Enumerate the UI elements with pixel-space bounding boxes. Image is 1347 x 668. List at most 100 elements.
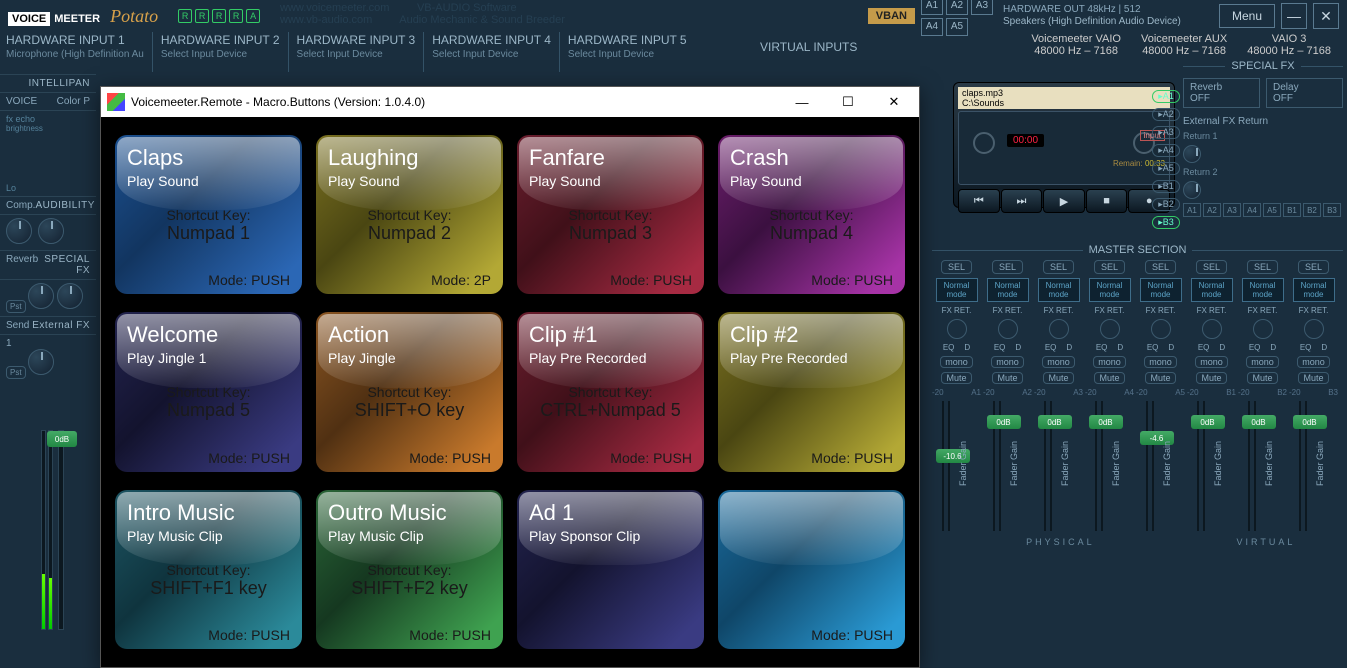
fader-cap[interactable]: 0dB xyxy=(1089,415,1123,429)
sel-button[interactable]: SEL xyxy=(1196,260,1227,274)
a-badge[interactable]: A xyxy=(246,9,260,23)
route-a2[interactable]: ▸A2 xyxy=(1152,108,1180,121)
bus-a1-button[interactable]: A1 xyxy=(921,0,943,15)
sel-button[interactable]: SEL xyxy=(1298,260,1329,274)
macro-button-4[interactable]: CrashPlay SoundShortcut Key:Numpad 4Mode… xyxy=(718,135,905,294)
d-label[interactable]: D xyxy=(1117,343,1123,352)
fader[interactable]: 0dBFader Gain xyxy=(1191,401,1233,531)
fader[interactable]: 0dBFader Gain xyxy=(987,401,1029,531)
mode-box[interactable]: Normalmode xyxy=(1191,278,1233,302)
mode-box[interactable]: Normalmode xyxy=(936,278,978,302)
mono-button[interactable]: mono xyxy=(991,356,1024,368)
macro-button-7[interactable]: Clip #1Play Pre RecordedShortcut Key:CTR… xyxy=(517,312,704,471)
macro-button-10[interactable]: Outro MusicPlay Music ClipShortcut Key:S… xyxy=(316,490,503,649)
mute-button[interactable]: Mute xyxy=(1298,372,1328,384)
eq-label[interactable]: EQ xyxy=(994,343,1006,352)
fader-cap[interactable]: 0dB xyxy=(1242,415,1276,429)
fxret-knob[interactable] xyxy=(1100,319,1120,339)
menu-button[interactable]: Menu xyxy=(1219,4,1275,28)
macro-button-8[interactable]: Clip #2Play Pre RecordedMode: PUSH xyxy=(718,312,905,471)
fader[interactable]: 0dBFader Gain xyxy=(1242,401,1284,531)
ret-b1[interactable]: B1 xyxy=(1283,203,1301,217)
eq-label[interactable]: EQ xyxy=(1249,343,1261,352)
eq-label[interactable]: EQ xyxy=(1045,343,1057,352)
hardware-input-3[interactable]: HARDWARE INPUT 3Select Input Device xyxy=(288,32,424,72)
forward-button[interactable]: ⏭ xyxy=(1001,189,1043,213)
reverb-knob[interactable] xyxy=(28,283,54,309)
send-knob[interactable] xyxy=(28,349,54,375)
macro-button-9[interactable]: Intro MusicPlay Music ClipShortcut Key:S… xyxy=(115,490,302,649)
gate-knob[interactable] xyxy=(38,218,64,244)
mute-button[interactable]: Mute xyxy=(941,372,971,384)
eq-label[interactable]: EQ xyxy=(1147,343,1159,352)
route-a4[interactable]: ▸A4 xyxy=(1152,144,1180,157)
route-a1[interactable]: ▸A1 xyxy=(1152,90,1180,103)
eq-label[interactable]: EQ xyxy=(1096,343,1108,352)
eq-label[interactable]: EQ xyxy=(1300,343,1312,352)
macro-button-6[interactable]: ActionPlay JingleShortcut Key:SHIFT+O ke… xyxy=(316,312,503,471)
d-label[interactable]: D xyxy=(1015,343,1021,352)
pst-button[interactable]: Pst xyxy=(6,300,26,313)
fader-cap[interactable]: 0dB xyxy=(1038,415,1072,429)
sel-button[interactable]: SEL xyxy=(1247,260,1278,274)
input-fader[interactable]: 0dB xyxy=(58,430,64,630)
mute-button[interactable]: Mute xyxy=(1196,372,1226,384)
window-maximize-button[interactable]: ☐ xyxy=(825,88,871,116)
macro-button-2[interactable]: LaughingPlay SoundShortcut Key:Numpad 2M… xyxy=(316,135,503,294)
sel-button[interactable]: SEL xyxy=(1145,260,1176,274)
fader[interactable]: 0dBFader Gain xyxy=(1089,401,1131,531)
r-badge[interactable]: R xyxy=(178,9,192,23)
ret-a5[interactable]: A5 xyxy=(1263,203,1281,217)
ret-b2[interactable]: B2 xyxy=(1303,203,1321,217)
macro-button-1[interactable]: ClapsPlay SoundShortcut Key:Numpad 1Mode… xyxy=(115,135,302,294)
fxret-knob[interactable] xyxy=(1304,319,1324,339)
route-a5[interactable]: ▸A5 xyxy=(1152,162,1180,175)
hardware-input-2[interactable]: HARDWARE INPUT 2Select Input Device xyxy=(152,32,288,72)
mode-box[interactable]: Normalmode xyxy=(1089,278,1131,302)
mode-box[interactable]: Normalmode xyxy=(1293,278,1335,302)
pst2-button[interactable]: Pst xyxy=(6,366,26,379)
close-icon[interactable]: ✕ xyxy=(1313,3,1339,29)
fxret-knob[interactable] xyxy=(1151,319,1171,339)
d-label[interactable]: D xyxy=(1270,343,1276,352)
reverb-toggle[interactable]: ReverbOFF xyxy=(1183,78,1260,108)
mono-button[interactable]: mono xyxy=(1246,356,1279,368)
macro-button-12[interactable]: Mode: PUSH xyxy=(718,490,905,649)
return2-knob[interactable] xyxy=(1183,181,1201,199)
minimize-icon[interactable]: — xyxy=(1281,3,1307,29)
titlebar[interactable]: Voicemeeter.Remote - Macro.Buttons (Vers… xyxy=(101,87,919,117)
fader-cap[interactable]: 0dB xyxy=(1191,415,1225,429)
mode-box[interactable]: Normalmode xyxy=(1140,278,1182,302)
ret-a2[interactable]: A2 xyxy=(1203,203,1221,217)
sel-button[interactable]: SEL xyxy=(1043,260,1074,274)
route-a3[interactable]: ▸A3 xyxy=(1152,126,1180,139)
route-b3[interactable]: ▸B3 xyxy=(1152,216,1180,229)
mute-button[interactable]: Mute xyxy=(1145,372,1175,384)
delay-knob[interactable] xyxy=(57,283,83,309)
fader[interactable]: 0dBFader Gain xyxy=(1293,401,1335,531)
hardware-out-info[interactable]: HARDWARE OUT 48kHz | 512 Speakers (High … xyxy=(1003,4,1213,28)
mono-button[interactable]: mono xyxy=(1297,356,1330,368)
r-badge[interactable]: R xyxy=(229,9,243,23)
mono-button[interactable]: mono xyxy=(940,356,973,368)
macro-button-5[interactable]: WelcomePlay Jingle 1Shortcut Key:Numpad … xyxy=(115,312,302,471)
fader-cap[interactable]: 0dB xyxy=(1293,415,1327,429)
d-label[interactable]: D xyxy=(1066,343,1072,352)
fxret-knob[interactable] xyxy=(998,319,1018,339)
sel-button[interactable]: SEL xyxy=(1094,260,1125,274)
eq-label[interactable]: EQ xyxy=(1198,343,1210,352)
window-minimize-button[interactable]: — xyxy=(779,88,825,116)
bus-a3-button[interactable]: A3 xyxy=(971,0,993,15)
bus-a2-button[interactable]: A2 xyxy=(946,0,968,15)
return1-knob[interactable] xyxy=(1183,145,1201,163)
fader-cap[interactable]: 0dB xyxy=(47,431,77,447)
route-b1[interactable]: ▸B1 xyxy=(1152,180,1180,193)
hardware-input-4[interactable]: HARDWARE INPUT 4Select Input Device xyxy=(423,32,559,72)
fader[interactable]: -10.6Fader Gain xyxy=(936,401,978,531)
mute-button[interactable]: Mute xyxy=(1094,372,1124,384)
mono-button[interactable]: mono xyxy=(1042,356,1075,368)
mode-box[interactable]: Normalmode xyxy=(1038,278,1080,302)
r-badge[interactable]: R xyxy=(212,9,226,23)
fxret-knob[interactable] xyxy=(947,319,967,339)
hardware-input-5[interactable]: HARDWARE INPUT 5Select Input Device xyxy=(559,32,695,72)
